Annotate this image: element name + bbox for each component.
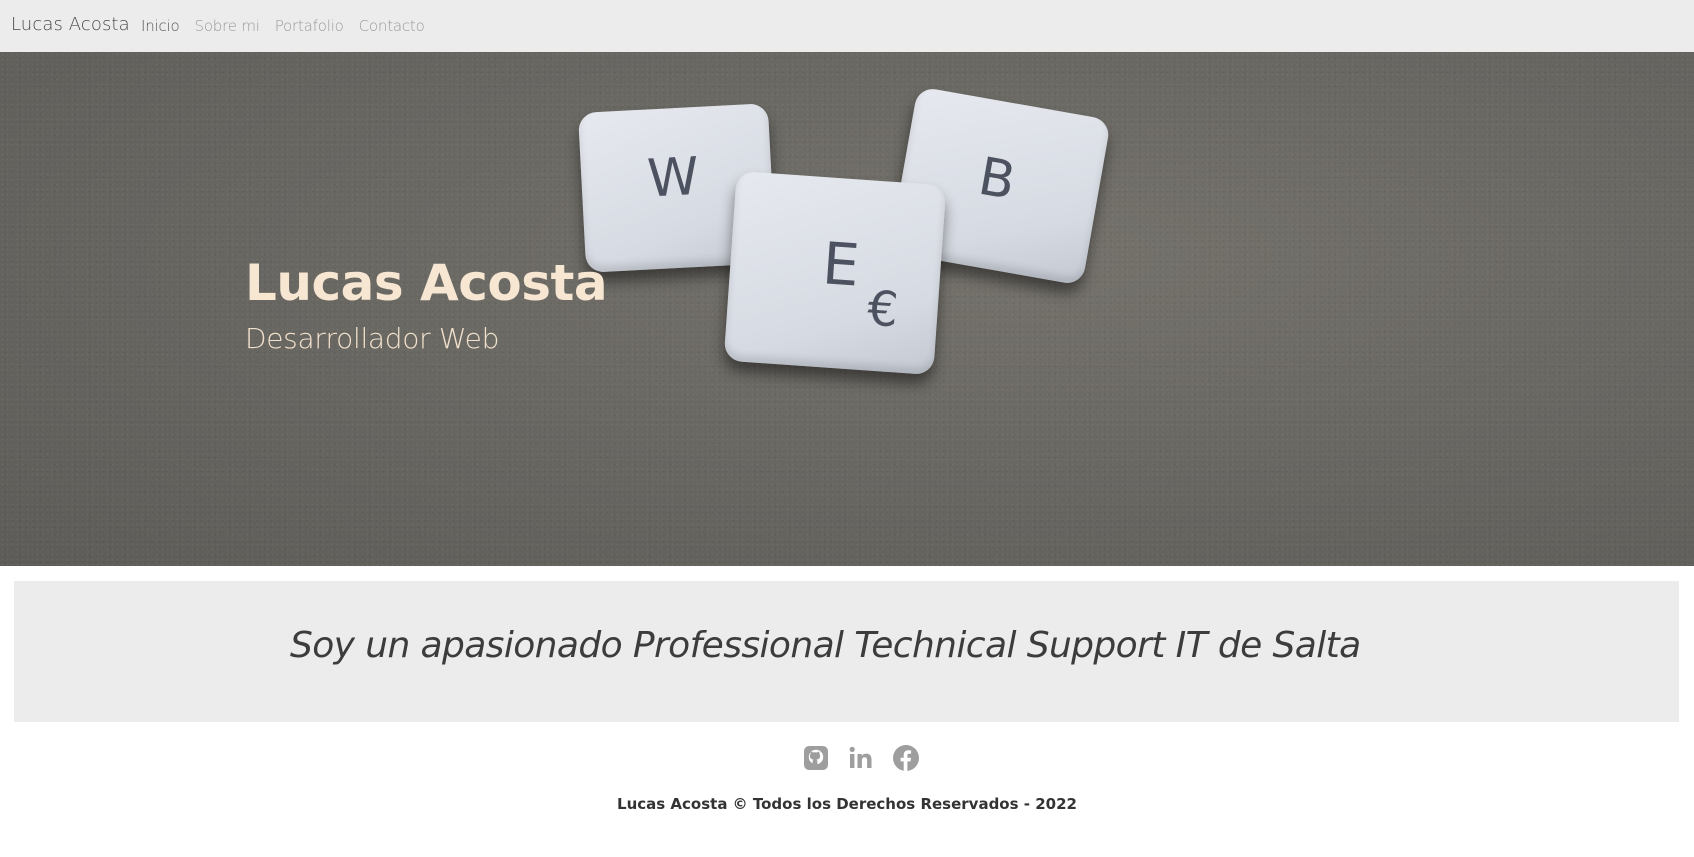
about-text: Soy un apasionado Professional Technical… [290,625,1361,666]
keycap-euro-symbol: € [865,280,901,339]
hero-subtitle: Desarrollador Web [245,322,500,355]
hero-title: Lucas Acosta [245,254,608,312]
nav-link-contacto[interactable]: Contacto [359,17,425,35]
about-band: Soy un apasionado Professional Technical… [14,581,1679,722]
nav-link-portafolio[interactable]: Portafolio [275,17,344,35]
navbar: Lucas Acosta Inicio Sobre mi Portafolio … [0,0,1694,52]
nav-links: Inicio Sobre mi Portafolio Contacto [141,17,440,35]
nav-link-sobre-mi[interactable]: Sobre mi [195,17,260,35]
hero-keycap-e: E € [723,170,947,376]
facebook-icon[interactable] [892,744,920,772]
brand-link[interactable]: Lucas Acosta [11,14,130,35]
hero-banner: W B E € Lucas Acosta Desarrollador Web [0,52,1694,566]
nav-link-inicio[interactable]: Inicio [141,17,180,35]
footer-copyright: Lucas Acosta © Todos los Derechos Reserv… [617,795,1077,813]
github-icon[interactable] [802,744,830,772]
keycap-letter-e: E [820,229,862,300]
keycap-letter-b: B [974,146,1020,213]
keycap-letter-w: W [645,146,701,210]
social-links [802,744,937,772]
linkedin-icon[interactable] [847,744,875,772]
